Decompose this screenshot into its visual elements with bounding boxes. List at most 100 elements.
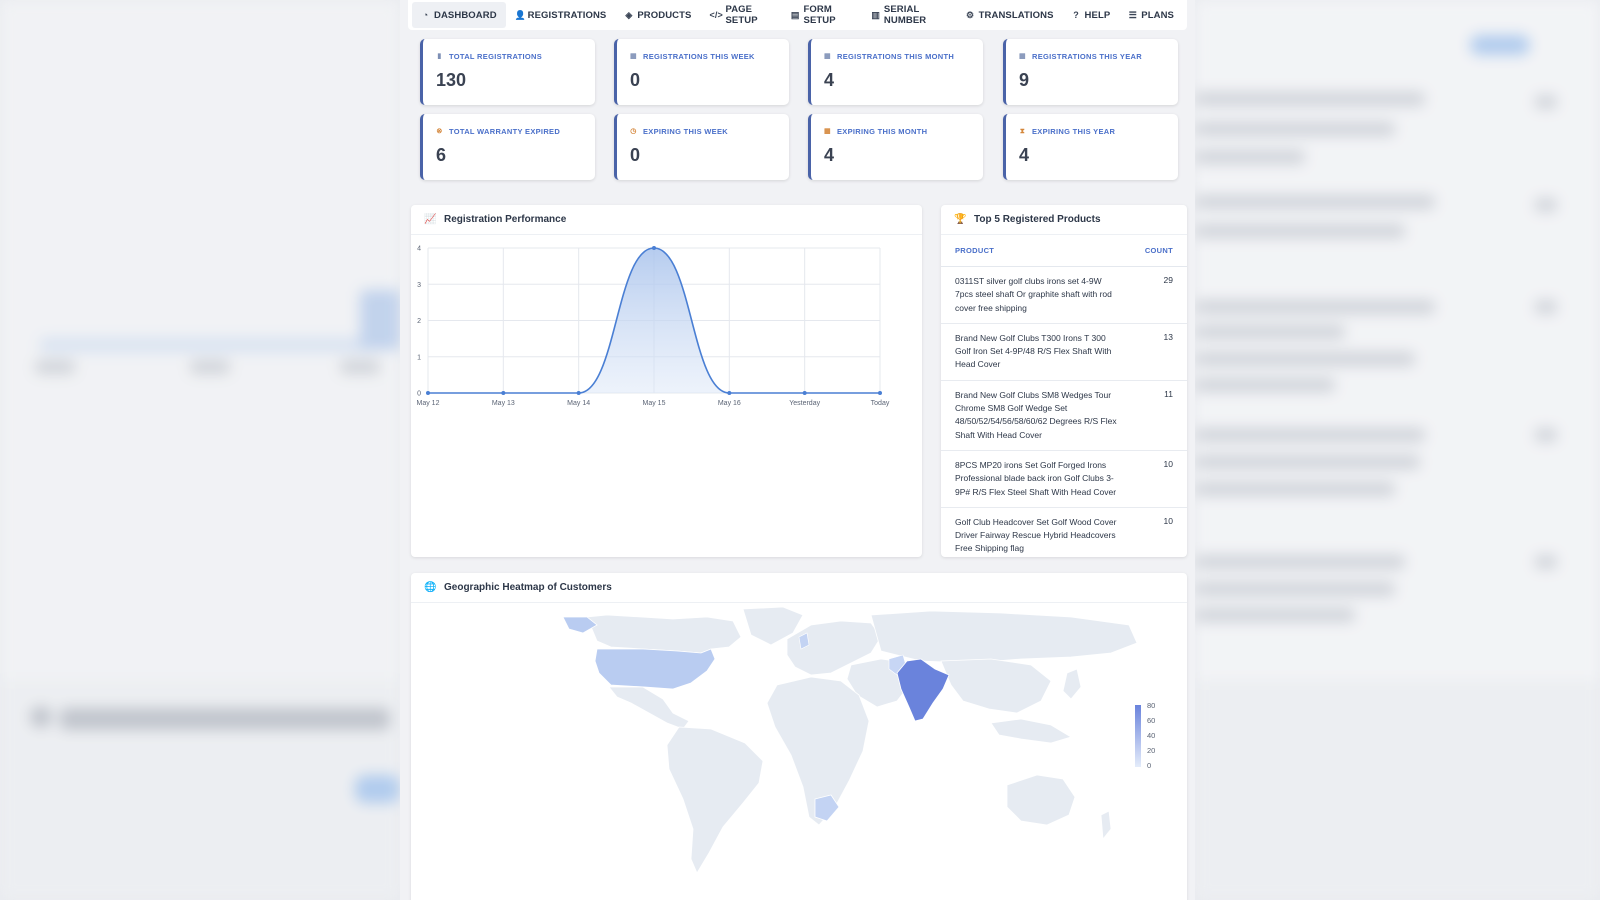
- code-icon: </>: [709, 9, 723, 20]
- nav-plans[interactable]: ☰ PLANS: [1119, 2, 1183, 28]
- world-heatmap: 80 60 40 20 0: [562, 606, 1155, 874]
- list-icon: ☰: [1128, 9, 1137, 20]
- product-name: 8PCS MP20 irons Set Golf Forged Irons Pr…: [955, 459, 1117, 497]
- scale-label: 40: [1147, 731, 1155, 740]
- data-point: [652, 246, 656, 250]
- nav-dashboard[interactable]: ◔ DASHBOARD: [412, 2, 506, 28]
- stat-value: 4: [824, 145, 835, 165]
- x-tick-label: May 12: [417, 400, 440, 407]
- country-japan[interactable]: [1062, 668, 1082, 700]
- product-count: 10: [1163, 458, 1173, 469]
- scale-label: 20: [1147, 746, 1155, 755]
- product-count: 13: [1163, 331, 1173, 342]
- stat-total-registrations: ▮ TOTAL REGISTRATIONS 130: [420, 39, 595, 105]
- scale-label: 0: [1147, 761, 1151, 770]
- table-row: Golf Club Headcover Set Golf Wood Cover …: [941, 508, 1187, 564]
- data-point: [802, 391, 807, 395]
- stat-expiring-month: ▦ EXPIRING THIS MONTH 4: [808, 114, 983, 180]
- gear-icon: ⚙: [966, 9, 975, 20]
- stat-value: 6: [436, 145, 447, 165]
- registration-performance-card: 📈 Registration Performance 0 1 2 3 4 May 12 May…: [411, 205, 922, 557]
- country-usa[interactable]: [594, 648, 716, 690]
- x-tick-label: Yesterday: [789, 400, 820, 407]
- country-australia[interactable]: [1006, 774, 1076, 826]
- hourglass-icon: ⧗: [1019, 128, 1026, 135]
- heatmap-card: 🌐 Geographic Heatmap of Customers 80 60 …: [411, 573, 1187, 900]
- nav-form-setup[interactable]: ▤ FORM SETUP: [782, 2, 862, 28]
- products-table-body: 0311ST silver golf clubs irons set 4-9W …: [941, 267, 1187, 564]
- stat-value: 0: [630, 145, 641, 165]
- stat-value: 4: [1019, 145, 1030, 165]
- nav-help[interactable]: ? HELP: [1063, 2, 1120, 28]
- stat-registrations-year: ▦ REGISTRATIONS THIS YEAR 9: [1003, 39, 1178, 105]
- x-tick-label: Today: [871, 400, 890, 407]
- stat-value: 130: [436, 70, 467, 90]
- nav-translations[interactable]: ⚙ TRANSLATIONS: [957, 2, 1063, 28]
- country-canada[interactable]: [586, 614, 742, 654]
- y-tick-label: 0: [417, 391, 421, 398]
- country-new-zealand[interactable]: [1100, 810, 1112, 841]
- nav-registrations[interactable]: 👤 REGISTRATIONS: [506, 2, 616, 28]
- top-products-card: 🏆 Top 5 Registered Products PRODUCT COUNT…: [941, 205, 1187, 557]
- stat-value: 4: [824, 70, 835, 90]
- y-tick-label: 1: [417, 354, 421, 361]
- country-russia[interactable]: [870, 610, 1138, 664]
- col-count: COUNT: [1144, 246, 1173, 255]
- product-name: Brand New Golf Clubs T300 Irons T 300 Go…: [955, 332, 1112, 370]
- y-tick-label: 2: [417, 318, 421, 325]
- data-point: [426, 391, 430, 395]
- continent-south-america[interactable]: [666, 726, 764, 874]
- clock-icon: ◷: [630, 128, 637, 135]
- calendar-icon: ▦: [1019, 53, 1026, 60]
- data-point: [878, 391, 882, 395]
- dashboard-icon: ◔: [422, 9, 429, 20]
- stat-registrations-week: ▦ REGISTRATIONS THIS WEEK 0: [614, 39, 789, 105]
- y-tick-label: 4: [417, 246, 421, 253]
- table-row: 8PCS MP20 irons Set Golf Forged Irons Pr…: [941, 451, 1187, 508]
- trophy-icon: 🏆: [954, 214, 967, 225]
- card-title: Top 5 Registered Products: [974, 214, 1101, 225]
- calendar-icon: ▦: [630, 53, 637, 60]
- product-count: 11: [1164, 388, 1173, 399]
- country-india[interactable]: [896, 658, 950, 722]
- barcode-icon: ▥: [871, 9, 880, 20]
- scale-label: 60: [1147, 716, 1155, 725]
- product-name: Golf Club Headcover Set Golf Wood Cover …: [955, 516, 1117, 554]
- data-point: [727, 391, 732, 395]
- calendar-icon: ▦: [824, 128, 831, 135]
- product-count: 10: [1163, 515, 1173, 526]
- stat-registrations-month: ▦ REGISTRATIONS THIS MONTH 4: [808, 39, 983, 105]
- nav-products[interactable]: ◈ PRODUCTS: [615, 2, 700, 28]
- table-header: PRODUCT COUNT: [941, 235, 1187, 267]
- form-icon: ▤: [790, 9, 800, 20]
- land-masses: [586, 606, 1138, 874]
- performance-chart: 0 1 2 3 4 May 12 May 13 May 14 May 15 May 16 Yeste…: [417, 246, 890, 408]
- line-chart-icon: 📈: [424, 214, 437, 225]
- col-product: PRODUCT: [955, 246, 995, 255]
- stat-value: 9: [1019, 70, 1030, 90]
- table-row: Brand New Golf Clubs T300 Irons T 300 Go…: [941, 324, 1187, 381]
- stat-expiring-year: ⧗ EXPIRING THIS YEAR 4: [1003, 114, 1178, 180]
- calendar-icon: ▦: [824, 53, 831, 60]
- country-mexico[interactable]: [608, 686, 690, 730]
- clipboard-icon: ▮: [437, 53, 442, 60]
- data-point: [576, 391, 581, 395]
- heatmap-scale-bar: [1135, 705, 1141, 767]
- x-tick-label: May 15: [643, 400, 666, 407]
- circle-x-icon: ⊗: [436, 128, 443, 135]
- country-china[interactable]: [940, 658, 1052, 714]
- nav-serial-number[interactable]: ▥ SERIAL NUMBER: [862, 2, 956, 28]
- y-tick-label: 3: [417, 282, 421, 289]
- stat-value: 0: [630, 70, 641, 90]
- region-southeast-asia[interactable]: [990, 718, 1072, 744]
- globe-icon: 🌐: [424, 582, 437, 593]
- nav-page-setup[interactable]: </> PAGE SETUP: [700, 2, 781, 28]
- table-row: 0311ST silver golf clubs irons set 4-9W …: [941, 267, 1187, 324]
- user-plus-icon: 👤: [514, 9, 526, 20]
- x-tick-label: May 14: [567, 400, 590, 407]
- scale-label: 80: [1147, 701, 1155, 710]
- table-row: Brand New Golf Clubs SM8 Wedges Tour Chr…: [941, 381, 1187, 451]
- stat-expiring-week: ◷ EXPIRING THIS WEEK 0: [614, 114, 789, 180]
- x-tick-label: May 16: [718, 400, 741, 407]
- x-tick-label: May 13: [492, 400, 515, 407]
